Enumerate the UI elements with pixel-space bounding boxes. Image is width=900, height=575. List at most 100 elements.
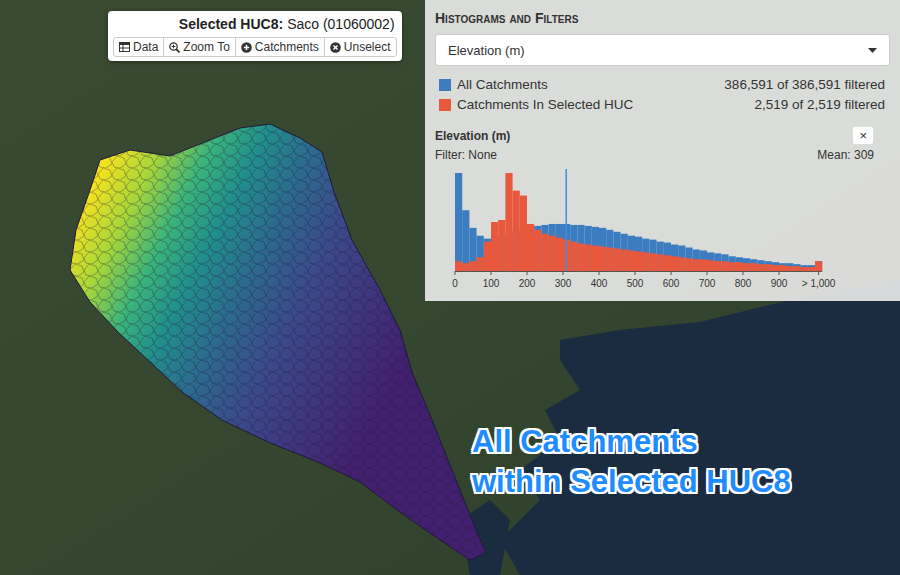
button-label: Data [133,40,158,54]
legend-swatch [439,79,451,91]
plus-circle-icon [241,42,252,53]
histogram-bar [808,267,815,271]
histogram-bar [628,236,635,271]
histogram-bar [520,196,527,271]
histogram-bar [570,242,577,271]
histogram-bar [693,259,700,271]
svg-text:800: 800 [735,278,752,289]
histogram-bar [592,227,599,271]
histogram-bar [484,239,491,271]
mean-line [565,169,567,271]
histogram-bar [707,260,714,271]
histogram-bar [757,264,764,271]
histogram-bar [714,253,721,271]
histogram-bar [700,259,707,271]
histogram-bar [700,250,707,271]
histogram-bar [556,238,563,271]
axis-tick: 200 [519,271,536,289]
axis-tick: 400 [591,271,608,289]
popup-title: Selected HUC8:Saco (01060002) [113,16,397,32]
histogram-bar [541,225,548,271]
histogram-bar [678,257,685,271]
histogram[interactable]: 0100200300400500600700800900> 1,000 [435,169,875,293]
popup-label: Selected HUC8: [179,16,283,32]
histogram-bar [613,232,620,271]
histogram-bar [469,261,476,271]
histogram-bar [671,256,678,271]
histogram-bar [505,173,512,271]
histogram-bar [793,264,800,271]
button-label: Catchments [255,40,319,54]
histogram-bar [642,239,649,271]
axis-tick: 900 [771,271,788,289]
x-axis [455,271,822,272]
histogram-bar [606,247,613,271]
histogram-bar [786,266,793,271]
histogram-bar [527,224,534,271]
histogram-bar [534,230,541,271]
svg-text:0: 0 [452,278,458,289]
svg-text:700: 700 [699,278,716,289]
legend-swatch [439,99,451,111]
popup-button[interactable]: Unselect [324,37,397,57]
histogram-bar [621,234,628,271]
close-button[interactable]: × [852,126,874,145]
svg-text:900: 900 [771,278,788,289]
histogram-bar [757,260,764,271]
histogram-bar [462,210,469,271]
histogram-bar [664,255,671,271]
histogram-bar [815,261,822,271]
histogram-bar [714,261,721,271]
histogram-bar [786,263,793,271]
annotation-line: All Catchments [472,424,791,460]
histogram-bar [469,228,476,271]
button-label: Zoom To [183,40,229,54]
histogram-bar [685,258,692,271]
chart-header: Elevation (m) × [435,126,890,145]
popup-button[interactable]: Data [113,37,164,57]
selection-popup: Selected HUC8:Saco (01060002) Data Zoom To… [108,11,402,61]
histogram-bar [477,257,484,271]
histogram-bar [736,262,743,271]
svg-text:500: 500 [627,278,644,289]
map-screen: Selected HUC8:Saco (01060002) Data Zoom To… [0,0,900,575]
histogram-bar [793,266,800,271]
popup-buttons: Data Zoom To Catchments Unselect [113,37,397,57]
histogram-bar [549,224,556,271]
histogram-bar [455,173,462,271]
axis-tick: 100 [483,271,500,289]
histogram-bar [664,243,671,271]
huc8-watershed[interactable] [70,124,486,560]
chart-subheader: Filter: NoneMean: 309 [435,148,890,162]
catchments-layer[interactable] [70,124,486,560]
svg-text:600: 600 [663,278,680,289]
chart-title: Elevation (m) [435,129,510,143]
histogram-bar [455,261,462,271]
axis-tick: 700 [699,271,716,289]
histogram-bar [685,247,692,271]
histogram-bar [549,236,556,271]
histogram-bar [585,245,592,271]
svg-text:400: 400 [591,278,608,289]
variable-select[interactable]: Elevation (m) [435,34,890,66]
zoom-in-icon [169,42,180,53]
annotation: All Catchmentswithin Selected HUC8 [472,424,791,500]
histograms-panel: Histograms and FiltersElevation (m)All C… [425,0,900,301]
popup-value: Saco (01060002) [287,16,394,32]
axis-tick: 500 [627,271,644,289]
axis-tick: 0 [452,271,458,289]
histogram-bar [577,225,584,271]
land-area [0,0,900,575]
histogram-bar [621,249,628,271]
popup-button[interactable]: Zoom To [163,37,235,57]
histogram-bar [707,252,714,271]
table-icon [119,42,130,52]
histogram-bar [779,263,786,271]
histogram-bar [765,264,772,271]
histogram-bar [649,253,656,271]
legend-row: All Catchments386,591 of 386,591 filtere… [439,77,885,92]
catchment-grid [70,124,486,560]
popup-button[interactable]: Catchments [235,37,325,57]
histogram-bar [462,263,469,271]
histogram-bar [635,237,642,271]
